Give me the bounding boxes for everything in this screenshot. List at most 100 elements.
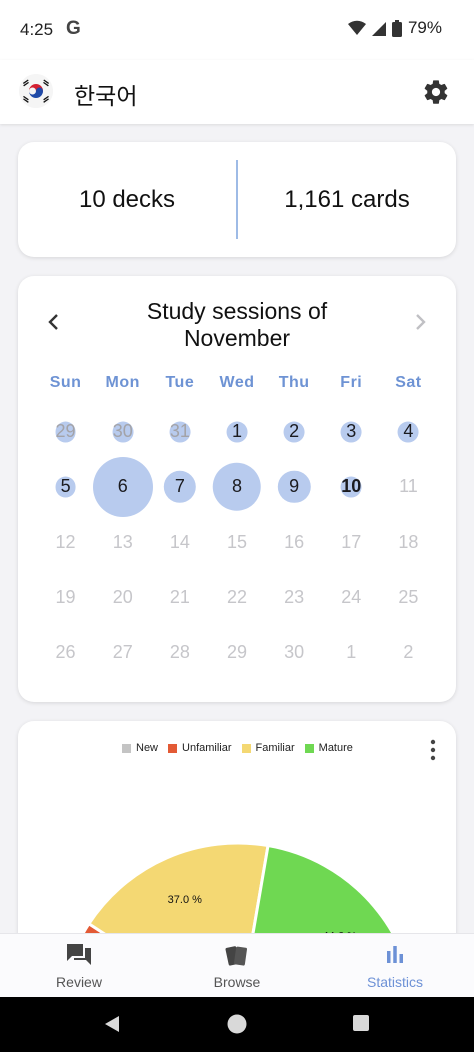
calendar-day[interactable]: 7	[151, 459, 208, 514]
korea-flag-icon[interactable]	[19, 74, 53, 108]
calendar-month: November	[183, 325, 291, 351]
calendar-day[interactable]: 19	[37, 570, 94, 625]
weekday-label: Wed	[219, 374, 255, 391]
weekday-label: Fri	[340, 374, 363, 391]
weekday-label: Sun	[49, 374, 82, 391]
calendar-day-number: 16	[284, 531, 305, 552]
weekday-header: Sun Mon Tue Wed Thu Fri Sat	[37, 374, 437, 392]
calendar-day-number: 6	[117, 476, 128, 497]
calendar-day[interactable]: 5	[37, 459, 94, 514]
calendar-day-number: 1	[231, 421, 242, 442]
weekday-label: Sat	[395, 374, 422, 391]
calendar-title-line1: Study sessions of	[146, 298, 328, 324]
calendar-day-number: 7	[174, 476, 185, 497]
back-icon[interactable]	[102, 1014, 122, 1034]
card-count: 1,161 cards	[284, 185, 410, 213]
calendar-day-number: 28	[169, 642, 190, 663]
calendar-day[interactable]: 24	[323, 570, 380, 625]
calendar-day[interactable]: 2	[380, 625, 437, 680]
weekday-label: Thu	[278, 374, 310, 391]
calendar-day[interactable]: 25	[380, 570, 437, 625]
battery-percent: 79%	[407, 18, 442, 37]
previous-month-chevron-icon[interactable]	[44, 312, 64, 332]
deck-count: 10 decks	[78, 185, 176, 213]
calendar-day-number: 23	[284, 587, 305, 608]
status-icons: 79%	[347, 18, 442, 38]
system-navigation-bar	[0, 997, 474, 1052]
calendar-day[interactable]: 4	[380, 404, 437, 459]
calendar-day[interactable]: 3	[323, 404, 380, 459]
calendar-day-number: 2	[403, 642, 414, 663]
calendar-day[interactable]: 11	[380, 459, 437, 514]
calendar-day[interactable]: 14	[151, 515, 208, 570]
calendar-day-number: 20	[112, 587, 133, 608]
weekday-label: Tue	[165, 374, 195, 391]
calendar-day-number: 31	[169, 421, 190, 442]
bottom-navigation: Review Browse Statistics	[0, 933, 474, 997]
home-icon[interactable]	[227, 1014, 247, 1034]
donut-slice-label: 37.0 %	[168, 894, 202, 906]
calendar-day[interactable]: 8	[208, 459, 265, 514]
calendar-day[interactable]: 18	[380, 515, 437, 570]
calendar-day[interactable]: 21	[151, 570, 208, 625]
calendar-day-number: 10	[341, 476, 362, 497]
calendar-day[interactable]: 9	[266, 459, 323, 514]
calendar-day[interactable]: 28	[151, 625, 208, 680]
calendar-day[interactable]: 15	[208, 515, 265, 570]
calendar-day[interactable]: 27	[94, 625, 151, 680]
calendar-day-number: 17	[341, 531, 362, 552]
calendar-day-number: 30	[284, 642, 305, 663]
app-bar: 한국어	[0, 60, 474, 124]
summary-card: 10 decks 1,161 cards	[18, 142, 456, 257]
statistics-icon	[387, 946, 403, 963]
calendar-day-number: 21	[169, 587, 190, 608]
calendar-day-number: 3	[346, 421, 357, 442]
calendar-day[interactable]: 31	[151, 404, 208, 459]
recents-icon[interactable]	[352, 1014, 370, 1032]
settings-gear-icon[interactable]	[422, 78, 450, 106]
calendar-day-number: 2	[289, 421, 300, 442]
calendar-day[interactable]: 23	[266, 570, 323, 625]
wifi-icon	[347, 20, 366, 35]
calendar-day[interactable]: 30	[266, 625, 323, 680]
calendar-day[interactable]: 17	[323, 515, 380, 570]
calendar-day[interactable]: 10	[323, 459, 380, 514]
nav-statistics[interactable]: Statistics	[316, 934, 474, 997]
calendar-day-number: 5	[60, 476, 71, 497]
nav-review[interactable]: Review	[0, 934, 158, 997]
calendar-day-grid: 29 30 31 1 2 3 4 5 6 7 8 9 10 11 12 13 14 15 16 17 18 19 20 21 2…	[37, 404, 437, 680]
calendar-day[interactable]: 29	[208, 625, 265, 680]
calendar-day-number: 26	[55, 642, 76, 663]
calendar-day[interactable]: 13	[94, 515, 151, 570]
weekday-label: Mon	[105, 374, 140, 391]
calendar-day-number: 14	[169, 531, 190, 552]
calendar-day-number: 1	[346, 642, 357, 663]
calendar-day[interactable]: 1	[323, 625, 380, 680]
calendar-day-number: 11	[399, 476, 418, 497]
calendar-day[interactable]: 12	[37, 515, 94, 570]
nav-review-label: Review	[56, 974, 102, 990]
calendar-day-number: 29	[55, 421, 76, 442]
calendar-day-number: 29	[226, 642, 247, 663]
calendar-day[interactable]: 2	[266, 404, 323, 459]
status-time: 4:25	[20, 20, 54, 39]
next-month-chevron-icon[interactable]	[410, 312, 430, 332]
calendar-day-number: 15	[226, 531, 247, 552]
study-calendar-card: Study sessions of November Sun Mon Tue Wed T…	[18, 276, 456, 702]
calendar-day-number: 27	[112, 642, 133, 663]
nav-browse[interactable]: Browse	[158, 934, 316, 997]
calendar-day[interactable]: 1	[208, 404, 265, 459]
calendar-day-number: 19	[55, 587, 76, 608]
calendar-day[interactable]: 22	[208, 570, 265, 625]
calendar-day-number: 18	[398, 531, 419, 552]
calendar-day[interactable]: 20	[94, 570, 151, 625]
calendar-day[interactable]: 29	[37, 404, 94, 459]
google-icon: G	[66, 18, 81, 39]
calendar-day[interactable]: 16	[266, 515, 323, 570]
calendar-day-number: 30	[112, 421, 133, 442]
calendar-day-number: 8	[231, 476, 242, 497]
calendar-day-number: 9	[289, 476, 300, 497]
calendar-day[interactable]: 6	[92, 456, 153, 517]
calendar-day[interactable]: 26	[37, 625, 94, 680]
calendar-day[interactable]: 30	[94, 404, 151, 459]
